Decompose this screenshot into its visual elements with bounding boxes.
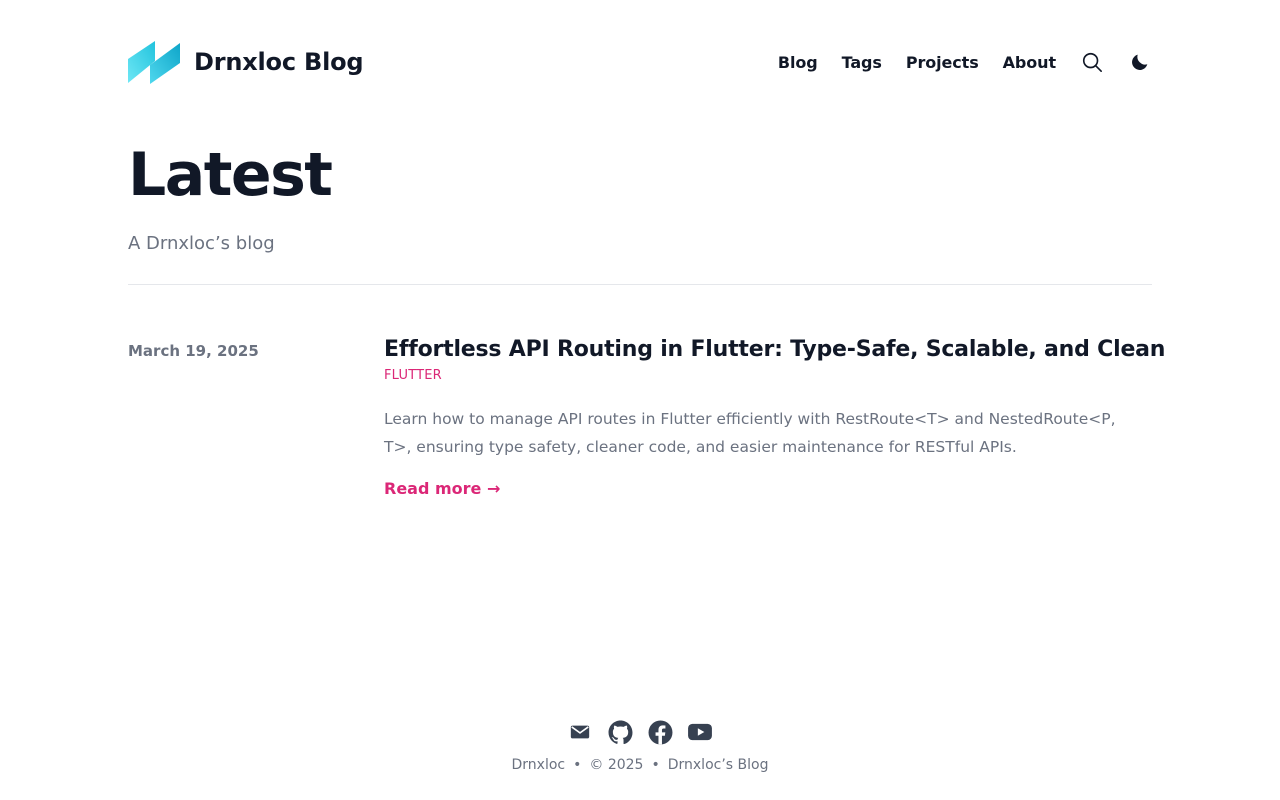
main-nav: Blog Tags Projects About	[778, 50, 1152, 74]
page-subtitle: A Drnxloc’s blog	[128, 233, 275, 254]
post-tag[interactable]: FLUTTER	[384, 368, 442, 383]
youtube-icon	[688, 723, 712, 741]
github-link[interactable]	[607, 719, 633, 745]
nav-projects[interactable]: Projects	[906, 53, 979, 72]
post-body: Effortless API Routing in Flutter: Type-…	[384, 336, 1165, 498]
footer-social	[0, 719, 1280, 745]
page: Drnxloc Blog Blog Tags Projects About La…	[0, 0, 1280, 800]
github-icon	[608, 720, 632, 744]
divider	[128, 284, 1152, 285]
hero-section: Latest A Drnxloc’s blog	[128, 140, 1152, 258]
logo-icon	[128, 40, 180, 84]
footer-separator: •	[573, 757, 582, 773]
nav-tags[interactable]: Tags	[842, 53, 882, 72]
search-button[interactable]	[1080, 50, 1104, 74]
home-link[interactable]: Drnxloc Blog	[128, 40, 364, 84]
nav-about[interactable]: About	[1003, 53, 1056, 72]
footer-copyright: © 2025	[589, 757, 644, 773]
post-date: March 19, 2025	[128, 342, 259, 360]
site-title: Drnxloc Blog	[194, 48, 364, 76]
facebook-link[interactable]	[647, 719, 673, 745]
facebook-icon	[648, 720, 672, 744]
post-title[interactable]: Effortless API Routing in Flutter: Type-…	[384, 336, 1165, 364]
search-icon	[1082, 52, 1102, 72]
footer-meta: Drnxloc • © 2025 • Drnxloc’s Blog	[0, 757, 1280, 773]
youtube-link[interactable]	[687, 719, 713, 745]
mail-icon	[570, 725, 590, 739]
nav-blog[interactable]: Blog	[778, 53, 818, 72]
footer-site-link[interactable]: Drnxloc’s Blog	[668, 757, 769, 773]
page-title: Latest	[128, 140, 333, 210]
theme-toggle-button[interactable]	[1128, 50, 1152, 74]
read-more-link[interactable]: Read more →	[384, 479, 500, 498]
moon-icon	[1132, 54, 1148, 70]
mail-link[interactable]	[567, 719, 593, 745]
site-header: Drnxloc Blog Blog Tags Projects About	[128, 40, 1152, 84]
post-summary: Learn how to manage API routes in Flutte…	[384, 410, 1116, 456]
footer-author: Drnxloc	[511, 757, 566, 773]
footer-separator: •	[651, 757, 660, 773]
